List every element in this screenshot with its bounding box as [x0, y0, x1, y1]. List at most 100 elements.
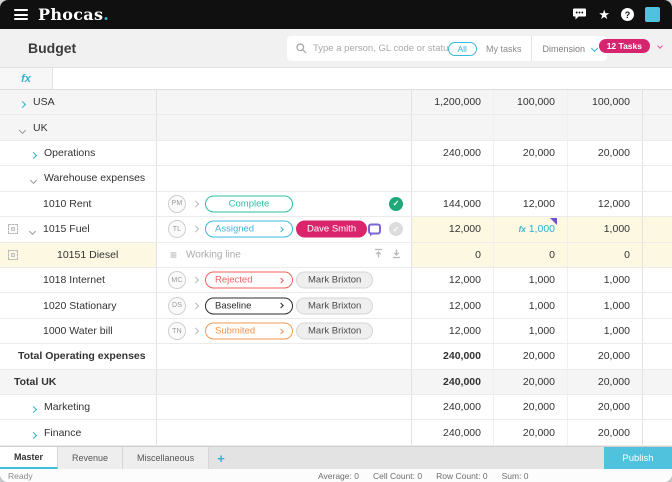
add-sheet-button[interactable]: + — [209, 447, 233, 469]
row-label-cell[interactable]: 1015 Fuel — [0, 217, 157, 241]
value-cell[interactable] — [412, 166, 494, 190]
person-pill[interactable]: Dave Smith — [296, 221, 367, 238]
expand-chevron-icon[interactable] — [30, 432, 37, 439]
expand-chevron-icon[interactable] — [30, 152, 37, 159]
value-cell[interactable]: 0 — [568, 243, 643, 267]
empty-cell[interactable] — [643, 370, 672, 394]
row-label-cell[interactable]: Finance — [0, 420, 157, 444]
row-label-cell[interactable]: Marketing — [0, 395, 157, 419]
sheet-tab-miscellaneous[interactable]: Miscellaneous — [123, 447, 209, 469]
assignee-avatar[interactable]: DS — [168, 297, 186, 315]
sheet-tab-revenue[interactable]: Revenue — [58, 447, 123, 469]
status-pill-rejected[interactable]: Rejected — [205, 272, 293, 289]
assignee-avatar[interactable]: TN — [168, 322, 186, 340]
row-label-cell[interactable]: Warehouse expenses — [0, 166, 157, 190]
status-expand-chevron-icon[interactable] — [192, 328, 198, 334]
value-cell[interactable]: 12,000 — [568, 192, 643, 216]
pending-check-icon[interactable]: ✓ — [389, 222, 403, 236]
assignee-avatar[interactable]: MC — [168, 271, 186, 289]
value-cell[interactable]: 0 — [494, 243, 568, 267]
row-label-cell[interactable]: Total UK — [0, 370, 157, 394]
value-cell[interactable]: 12,000 — [412, 268, 494, 292]
row-label-cell[interactable]: 10151 Diesel — [0, 243, 157, 267]
status-expand-chevron-icon[interactable] — [192, 302, 198, 308]
value-cell[interactable]: 12,000 — [412, 319, 494, 343]
value-cell[interactable]: 20,000 — [494, 395, 568, 419]
status-expand-chevron-icon[interactable] — [192, 226, 198, 232]
person-pill[interactable]: Mark Brixton — [296, 323, 373, 340]
value-cell[interactable]: 240,000 — [412, 420, 494, 444]
value-cell[interactable]: 1,000 — [568, 293, 643, 317]
push-up-icon[interactable] — [373, 246, 384, 264]
value-cell[interactable]: 20,000 — [494, 344, 568, 368]
approved-check-icon[interactable]: ✓ — [389, 197, 403, 211]
value-cell[interactable]: 20,000 — [568, 395, 643, 419]
value-cell[interactable]: 240,000 — [412, 395, 494, 419]
comment-icon[interactable] — [368, 224, 381, 235]
status-pill-complete[interactable]: Complete — [205, 195, 293, 212]
value-cell[interactable] — [494, 115, 568, 139]
value-cell[interactable]: 144,000 — [412, 192, 494, 216]
collapse-chevron-icon[interactable] — [19, 127, 26, 134]
row-label-cell[interactable]: 1018 Internet — [0, 268, 157, 292]
user-avatar-icon[interactable] — [645, 7, 660, 22]
status-expand-chevron-icon[interactable] — [192, 277, 198, 283]
value-cell[interactable]: 20,000 — [568, 420, 643, 444]
value-cell[interactable]: 240,000 — [412, 370, 494, 394]
value-cell[interactable]: 20,000 — [568, 344, 643, 368]
empty-cell[interactable] — [643, 90, 672, 114]
value-cell[interactable]: 1,000 — [494, 293, 568, 317]
value-cell[interactable]: 1,000 — [494, 268, 568, 292]
row-label-cell[interactable]: 1000 Water bill — [0, 319, 157, 343]
value-cell[interactable]: 20,000 — [494, 420, 568, 444]
value-cell[interactable]: 12,000 — [412, 217, 494, 241]
filter-my-tasks[interactable]: My tasks — [486, 44, 522, 54]
pull-down-icon[interactable] — [391, 246, 402, 264]
row-label-cell[interactable]: Total Operating expenses — [0, 344, 157, 368]
empty-cell[interactable] — [643, 217, 672, 241]
value-cell[interactable]: 1,200,000 — [412, 90, 494, 114]
chat-icon[interactable] — [572, 8, 587, 21]
assignee-avatar[interactable]: TL — [168, 220, 186, 238]
assignee-avatar[interactable]: PM — [168, 195, 186, 213]
empty-cell[interactable] — [643, 420, 672, 444]
star-icon[interactable]: ★ — [598, 8, 610, 21]
empty-cell[interactable] — [643, 166, 672, 190]
dimension-dropdown[interactable]: Dimension — [531, 36, 607, 61]
value-cell[interactable]: 0 — [412, 243, 494, 267]
value-cell[interactable] — [412, 115, 494, 139]
value-cell[interactable] — [568, 166, 643, 190]
expand-chevron-icon[interactable] — [19, 101, 26, 108]
person-pill[interactable]: Mark Brixton — [296, 272, 373, 289]
value-cell[interactable] — [494, 166, 568, 190]
value-cell[interactable]: 20,000 — [568, 370, 643, 394]
empty-cell[interactable] — [643, 141, 672, 165]
publish-button[interactable]: Publish — [604, 447, 672, 469]
row-label-cell[interactable]: USA — [0, 90, 157, 114]
row-label-cell[interactable]: 1010 Rent — [0, 192, 157, 216]
help-icon[interactable]: ? — [621, 8, 634, 21]
empty-cell[interactable] — [643, 192, 672, 216]
empty-cell[interactable] — [643, 395, 672, 419]
person-pill[interactable]: Mark Brixton — [296, 297, 373, 314]
value-cell[interactable]: 20,000 — [494, 141, 568, 165]
value-cell[interactable]: 100,000 — [494, 90, 568, 114]
value-cell[interactable]: 12,000 — [412, 293, 494, 317]
status-pill-assigned[interactable]: Assigned — [205, 221, 293, 238]
sheet-tab-master[interactable]: Master — [0, 447, 58, 469]
value-cell[interactable]: 1,000 — [568, 217, 643, 241]
empty-cell[interactable] — [643, 268, 672, 292]
value-cell[interactable]: 1,000 — [494, 319, 568, 343]
status-pill-submited[interactable]: Submited — [205, 323, 293, 340]
value-cell[interactable] — [568, 115, 643, 139]
value-cell[interactable]: fx1,000 — [494, 217, 568, 241]
value-cell[interactable]: 20,000 — [568, 141, 643, 165]
row-label-cell[interactable]: UK — [0, 115, 157, 139]
value-cell[interactable]: 20,000 — [494, 370, 568, 394]
collapse-chevron-icon[interactable] — [29, 228, 36, 235]
row-label-cell[interactable]: Operations — [0, 141, 157, 165]
search-input[interactable] — [313, 43, 448, 54]
expand-chevron-icon[interactable] — [30, 406, 37, 413]
value-cell[interactable]: 1,000 — [568, 319, 643, 343]
filter-all-pill[interactable]: All — [448, 42, 477, 56]
